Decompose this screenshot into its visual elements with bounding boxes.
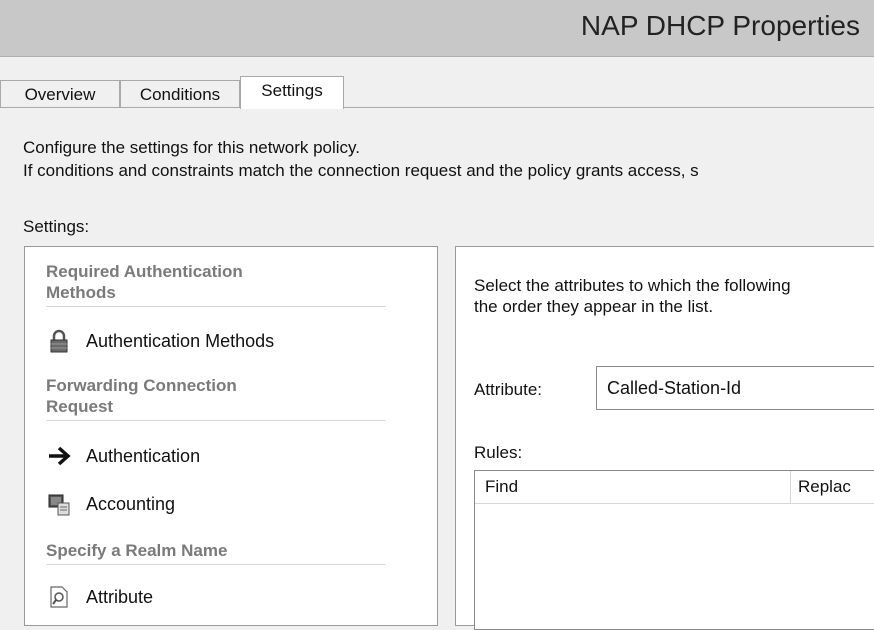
tab-conditions[interactable]: Conditions: [120, 80, 240, 107]
rules-table[interactable]: Find Replac: [474, 470, 874, 630]
arrow-right-icon: [46, 443, 72, 469]
section-title-line: Required Authentication: [46, 262, 243, 281]
sidebar-item-authentication[interactable]: Authentication: [46, 442, 200, 470]
column-header-find[interactable]: Find: [485, 477, 518, 497]
lock-icon: [46, 328, 72, 354]
sidebar-item-authentication-methods[interactable]: Authentication Methods: [46, 327, 274, 355]
column-divider[interactable]: [790, 471, 791, 503]
attribute-label: Attribute:: [474, 380, 543, 399]
sidebar-item-label: Accounting: [86, 493, 176, 514]
sidebar-item-accounting[interactable]: Accounting: [46, 490, 175, 518]
section-title-line: Specify a Realm Name: [46, 541, 228, 560]
description-line-2: If conditions and constraints match the …: [23, 161, 699, 180]
tab-settings[interactable]: Settings: [240, 76, 344, 109]
window-title: NAP DHCP Properties: [580, 10, 860, 41]
attribute-icon: [46, 584, 72, 610]
section-forwarding-connection-request: Forwarding Connection Request: [46, 375, 386, 421]
attribute-dropdown[interactable]: Called-Station-Id: [596, 366, 874, 410]
accounting-icon: [46, 491, 72, 517]
settings-tree: Required Authentication Methods Authenti…: [24, 246, 438, 626]
policy-description: Configure the settings for this network …: [23, 136, 699, 182]
section-specify-a-realm-name: Specify a Realm Name: [46, 540, 386, 565]
detail-description: Select the attributes to which the follo…: [474, 275, 791, 317]
detail-panel: Select the attributes to which the follo…: [455, 246, 874, 630]
tab-strip: Overview Conditions Settings: [0, 76, 874, 109]
column-header-replace[interactable]: Replac: [798, 477, 851, 497]
section-title-line: Request: [46, 397, 114, 416]
section-title-line: Forwarding Connection: [46, 376, 237, 395]
section-required-authentication-methods: Required Authentication Methods: [46, 261, 386, 307]
detail-text-line-1: Select the attributes to which the follo…: [474, 276, 791, 295]
sidebar-item-label: Attribute: [86, 586, 154, 607]
rules-table-header: Find Replac: [475, 471, 874, 504]
sidebar-item-label: Authentication: [86, 445, 201, 466]
tab-overview[interactable]: Overview: [0, 80, 120, 107]
tab-strip-divider: [0, 107, 874, 108]
title-bar: NAP DHCP Properties: [0, 0, 874, 57]
sidebar-item-attribute[interactable]: Attribute: [46, 583, 153, 611]
rules-label: Rules:: [474, 443, 523, 462]
section-title-line: Methods: [46, 283, 116, 302]
description-line-1: Configure the settings for this network …: [23, 138, 361, 157]
detail-text-line-2: the order they appear in the list.: [474, 297, 714, 316]
sidebar-item-label: Authentication Methods: [86, 330, 275, 351]
settings-label: Settings:: [23, 217, 90, 236]
